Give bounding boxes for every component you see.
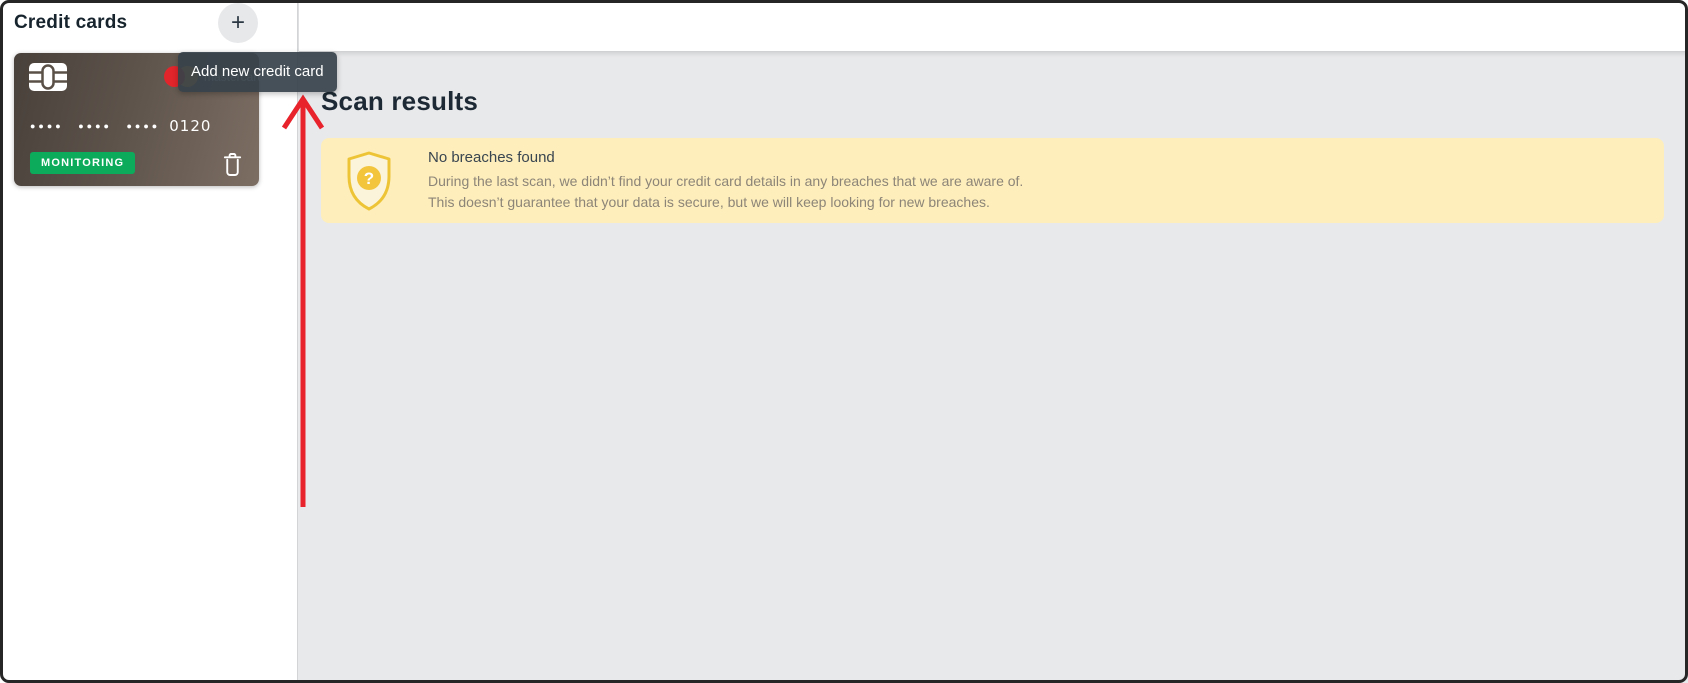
- question-glyph: ?: [364, 169, 374, 188]
- no-breaches-notice: ? No breaches found During the last scan…: [321, 138, 1664, 223]
- delete-card-button[interactable]: [220, 150, 245, 182]
- masked-card-number: ●●●● ●●●● ●●●● 0120: [30, 117, 211, 135]
- card-chip-icon: [28, 62, 68, 97]
- page-title: Scan results: [321, 86, 479, 116]
- app-window: Credit cards + mastercard ●●●● ●●●● ●●●●: [0, 0, 1688, 683]
- credit-cards-sidebar: Credit cards + mastercard ●●●● ●●●● ●●●●: [0, 0, 298, 683]
- shield-question-icon: ?: [346, 151, 392, 211]
- notice-text-block: No breaches found During the last scan, …: [428, 149, 1023, 213]
- main-topbar: [299, 0, 1688, 52]
- notice-line-2: This doesn’t guarantee that your data is…: [428, 193, 990, 210]
- add-card-tooltip: Add new credit card: [178, 52, 337, 92]
- notice-title: No breaches found: [428, 148, 555, 166]
- masked-digits: ●●●● ●●●● ●●●●: [30, 120, 161, 131]
- scan-results-pane: Scan results ? No breaches found During …: [299, 0, 1688, 683]
- trash-icon: [222, 153, 243, 180]
- monitoring-status-badge: MONITORING: [30, 152, 136, 174]
- main-content: Scan results ? No breaches found During …: [299, 52, 1688, 223]
- notice-line-1: During the last scan, we didn’t find you…: [428, 172, 1024, 189]
- last-four-digits: 0120: [169, 117, 212, 135]
- sidebar-title: Credit cards: [14, 12, 128, 33]
- add-credit-card-button[interactable]: +: [218, 3, 258, 43]
- plus-icon: +: [230, 9, 245, 36]
